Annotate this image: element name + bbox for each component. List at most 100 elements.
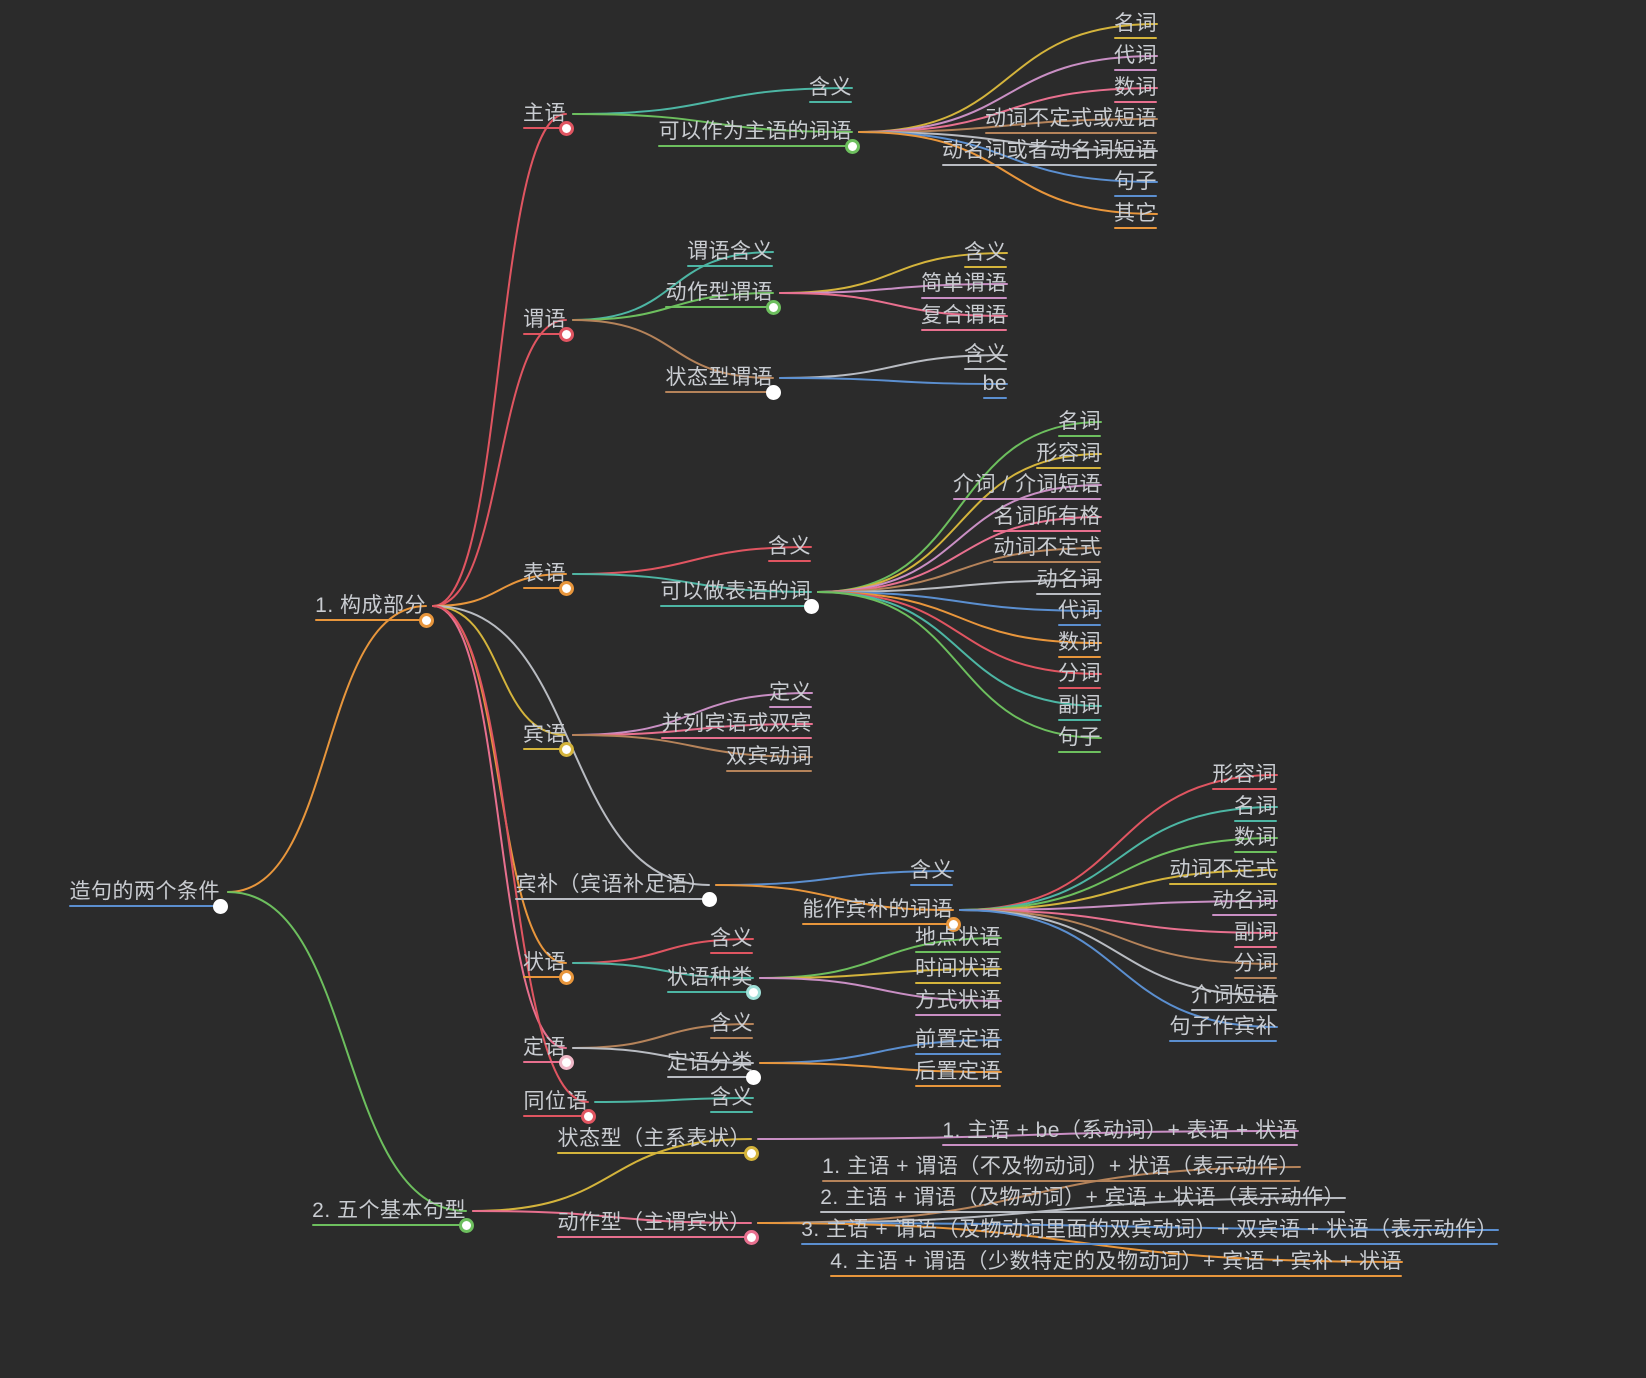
node-underline (1058, 687, 1101, 689)
mindmap-node[interactable]: 方式状语 (915, 986, 1001, 1016)
mindmap-node[interactable]: 动词不定式 (993, 533, 1101, 563)
mindmap-node[interactable]: 代词 (1114, 41, 1157, 71)
mindmap-node[interactable]: 代词 (1058, 596, 1101, 626)
mindmap-node[interactable]: 含义 (710, 924, 753, 954)
node-underline (1169, 1040, 1277, 1042)
mindmap-node[interactable]: 定语 (523, 1033, 574, 1070)
node-dot[interactable] (845, 139, 860, 154)
node-label: 含义 (710, 927, 753, 950)
node-label: 定语 (523, 1036, 566, 1059)
mindmap-node[interactable]: 时间状语 (915, 954, 1001, 984)
mindmap-root-node[interactable]: 造句的两个条件 (69, 877, 228, 914)
node-underline (315, 619, 426, 621)
mindmap-node[interactable]: 动名词 (1212, 886, 1277, 916)
mindmap-node[interactable]: 数词 (1058, 628, 1101, 658)
mindmap-node[interactable]: 1. 主语 + be（系动词）+ 表语 + 状语 (942, 1116, 1298, 1146)
mindmap-link (227, 891, 467, 1212)
node-dot[interactable] (213, 899, 228, 914)
mindmap-node[interactable]: 动名词 (1036, 565, 1101, 595)
node-dot[interactable] (459, 1218, 474, 1233)
mindmap-node[interactable]: 地点状语 (915, 923, 1001, 953)
mindmap-node[interactable]: 形容词 (1212, 760, 1277, 790)
mindmap-node[interactable]: 含义 (964, 340, 1007, 370)
mindmap-node[interactable]: 状语种类 (667, 963, 761, 1000)
mindmap-node[interactable]: 含义 (710, 1009, 753, 1039)
node-dot[interactable] (419, 613, 434, 628)
node-underline (1058, 435, 1101, 437)
node-dot[interactable] (559, 327, 574, 342)
mindmap-node[interactable]: 状态型（主系表状） (557, 1124, 759, 1161)
mindmap-node[interactable]: 谓语 (523, 305, 574, 342)
mindmap-node[interactable]: 前置定语 (915, 1025, 1001, 1055)
mindmap-node[interactable]: 可以作为主语的词语 (658, 117, 860, 154)
mindmap-node[interactable]: 动名词或者动名词短语 (942, 136, 1157, 166)
mindmap-node[interactable]: 副词 (1058, 691, 1101, 721)
mindmap-node[interactable]: 形容词 (1036, 439, 1101, 469)
mindmap-node[interactable]: 名词所有格 (993, 502, 1101, 532)
node-dot[interactable] (766, 300, 781, 315)
node-underline (557, 1236, 751, 1238)
mindmap-node[interactable]: 含义 (768, 532, 811, 562)
mindmap-node[interactable]: 4. 主语 + 谓语（少数特定的及物动词）+ 宾语 + 宾补 + 状语 (830, 1247, 1402, 1277)
node-dot[interactable] (746, 985, 761, 1000)
mindmap-node[interactable]: 数词 (1114, 73, 1157, 103)
mindmap-node[interactable]: 句子 (1114, 167, 1157, 197)
node-dot[interactable] (744, 1230, 759, 1245)
mindmap-node[interactable]: 1. 主语 + 谓语（不及物动词）+ 状语（表示动作） (822, 1152, 1300, 1182)
node-dot[interactable] (559, 970, 574, 985)
mindmap-node[interactable]: 简单谓语 (921, 269, 1007, 299)
mindmap-node[interactable]: 名词 (1058, 407, 1101, 437)
mindmap-node[interactable]: 分词 (1058, 659, 1101, 689)
mindmap-node[interactable]: 含义 (910, 856, 953, 886)
mindmap-node[interactable]: 动词不定式 (1169, 855, 1277, 885)
node-label: 动名词或者动名词短语 (942, 139, 1157, 162)
mindmap-node[interactable]: 名词 (1114, 9, 1157, 39)
mindmap-node[interactable]: 含义 (809, 73, 852, 103)
node-dot[interactable] (559, 121, 574, 136)
mindmap-node[interactable]: 数词 (1234, 823, 1277, 853)
node-dot[interactable] (744, 1146, 759, 1161)
mindmap-node[interactable]: 名词 (1234, 792, 1277, 822)
mindmap-node[interactable]: 含义 (964, 238, 1007, 268)
node-dot[interactable] (559, 581, 574, 596)
node-dot[interactable] (804, 599, 819, 614)
mindmap-node[interactable]: 3. 主语 + 谓语（及物动词里面的双宾动词）+ 双宾语 + 状语（表示动作） (801, 1215, 1498, 1245)
mindmap-node[interactable]: 同位语 (523, 1087, 596, 1124)
node-dot[interactable] (702, 892, 717, 907)
mindmap-node[interactable]: 2. 五个基本句型 (312, 1196, 474, 1233)
mindmap-node[interactable]: 动词不定式或短语 (985, 104, 1157, 134)
mindmap-node[interactable]: 状态型谓语 (665, 363, 781, 400)
mindmap-node[interactable]: 其它 (1114, 199, 1157, 229)
mindmap-node[interactable]: 后置定语 (915, 1057, 1001, 1087)
mindmap-node[interactable]: 表语 (523, 559, 574, 596)
mindmap-node[interactable]: 副词 (1234, 918, 1277, 948)
node-dot[interactable] (559, 1055, 574, 1070)
mindmap-node[interactable]: 宾语 (523, 720, 574, 757)
mindmap-node[interactable]: 可以做表语的词 (660, 577, 819, 614)
mindmap-node[interactable]: 动作型谓语 (665, 278, 781, 315)
mindmap-node[interactable]: 主语 (523, 99, 574, 136)
mindmap-node[interactable]: 介词短语 (1191, 981, 1277, 1011)
mindmap-node[interactable]: 双宾动词 (726, 742, 812, 772)
mindmap-node[interactable]: 定义 (769, 678, 812, 708)
node-dot[interactable] (559, 742, 574, 757)
mindmap-node[interactable]: 分词 (1234, 949, 1277, 979)
mindmap-node[interactable]: 并列宾语或双宾 (661, 709, 812, 739)
mindmap-node[interactable]: 1. 构成部分 (315, 591, 434, 628)
mindmap-node[interactable]: 状语 (523, 948, 574, 985)
mindmap-node[interactable]: 复合谓语 (921, 301, 1007, 331)
mindmap-node[interactable]: 能作宾补的词语 (802, 895, 961, 932)
mindmap-node[interactable]: 句子 (1058, 723, 1101, 753)
mindmap-node[interactable]: 介词 / 介词短语 (953, 470, 1101, 500)
mindmap-node[interactable]: 含义 (710, 1083, 753, 1113)
node-dot[interactable] (581, 1109, 596, 1124)
mindmap-node[interactable]: 句子作宾补 (1169, 1012, 1277, 1042)
node-dot[interactable] (766, 385, 781, 400)
mindmap-node[interactable]: 谓语含义 (687, 237, 773, 267)
mindmap-node[interactable]: 动作型（主谓宾状） (557, 1208, 759, 1245)
mindmap-node[interactable]: 宾补（宾语补足语） (515, 870, 717, 907)
mindmap-node[interactable]: 定语分类 (667, 1048, 761, 1085)
mindmap-node[interactable]: 2. 主语 + 谓语（及物动词）+ 宾语 + 状语（表示动作） (820, 1183, 1345, 1213)
mindmap-node[interactable]: be (983, 369, 1007, 399)
node-label: 方式状语 (915, 989, 1001, 1012)
